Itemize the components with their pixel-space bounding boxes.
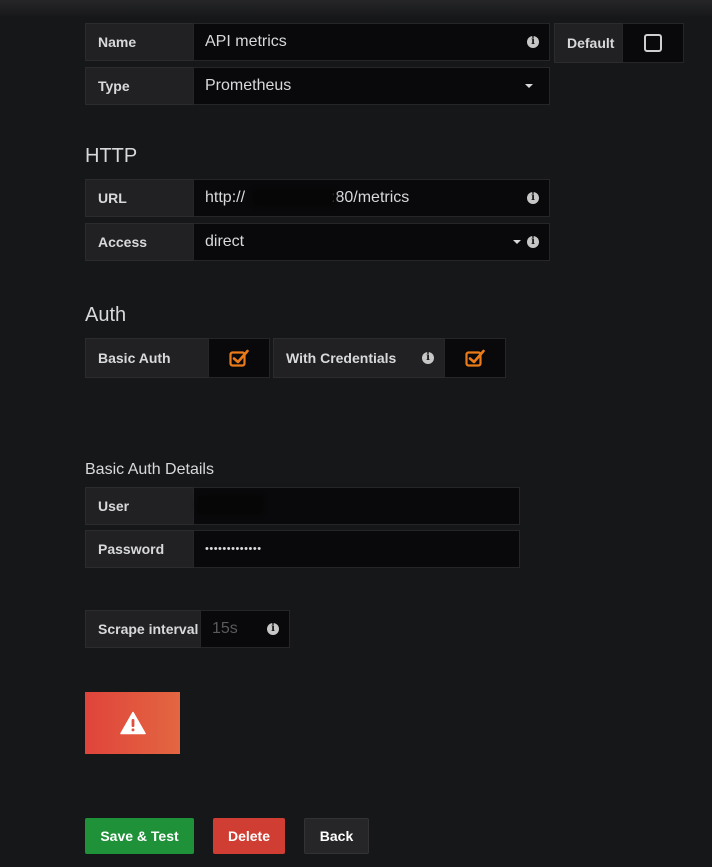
basic-auth-row: Basic Auth <box>85 338 270 378</box>
scrape-row: Scrape interval 15s i <box>85 610 290 648</box>
scrape-input[interactable]: 15s i <box>200 610 290 648</box>
default-row: Default <box>554 23 684 63</box>
top-shade <box>0 0 712 18</box>
access-label: Access <box>85 223 193 261</box>
basic-auth-label: Basic Auth <box>85 338 208 378</box>
basic-auth-checkbox[interactable] <box>208 338 270 378</box>
scrape-label: Scrape interval <box>85 610 200 648</box>
info-icon[interactable]: i <box>267 623 279 635</box>
password-value: ••••••••••••• <box>205 543 262 555</box>
checkbox-checked-icon <box>465 349 485 367</box>
with-credentials-label: With Credentials <box>286 350 397 366</box>
password-label: Password <box>85 530 193 568</box>
alert-box <box>85 692 180 754</box>
name-row: Name API metrics i <box>85 23 550 61</box>
caret-down-icon <box>513 240 521 244</box>
caret-down-icon <box>525 84 533 88</box>
type-row: Type Prometheus <box>85 67 550 105</box>
scrape-placeholder: 15s <box>212 620 238 637</box>
user-label: User <box>85 487 193 525</box>
info-icon[interactable]: i <box>527 192 539 204</box>
info-icon[interactable]: i <box>527 36 539 48</box>
url-label: URL <box>85 179 193 217</box>
http-title: HTTP <box>85 145 138 167</box>
password-row: Password ••••••••••••• <box>85 530 520 568</box>
info-icon[interactable]: i <box>422 352 434 364</box>
checkbox-empty-icon <box>644 34 662 52</box>
checkbox-checked-icon <box>229 349 249 367</box>
type-label: Type <box>85 67 193 105</box>
save-test-button[interactable]: Save & Test <box>85 818 194 854</box>
delete-button[interactable]: Delete <box>213 818 285 854</box>
with-credentials-checkbox[interactable] <box>444 338 506 378</box>
default-label: Default <box>554 23 622 63</box>
warning-icon <box>119 711 146 735</box>
access-value: direct <box>205 233 245 250</box>
url-input[interactable]: http:// :80/metrics i <box>193 179 550 217</box>
access-row: Access direct i <box>85 223 550 261</box>
name-value: API metrics <box>205 33 287 50</box>
back-button[interactable]: Back <box>304 818 369 854</box>
user-redaction <box>196 495 264 515</box>
type-value: Prometheus <box>205 77 292 94</box>
type-select[interactable]: Prometheus <box>193 67 550 105</box>
url-redaction <box>252 189 336 206</box>
url-suffix: :80/metrics <box>331 189 410 206</box>
password-input[interactable]: ••••••••••••• <box>193 530 520 568</box>
name-label: Name <box>85 23 193 61</box>
basic-auth-details-title: Basic Auth Details <box>85 461 214 478</box>
user-row: User <box>85 487 520 525</box>
access-select[interactable]: direct i <box>193 223 550 261</box>
with-credentials-label-cell: With Credentials i <box>273 338 444 378</box>
info-icon[interactable]: i <box>527 236 539 248</box>
auth-title: Auth <box>85 304 127 326</box>
name-input[interactable]: API metrics i <box>193 23 550 61</box>
url-prefix: http:// <box>205 189 246 206</box>
with-credentials-row: With Credentials i <box>273 338 506 378</box>
default-checkbox[interactable] <box>622 23 684 63</box>
